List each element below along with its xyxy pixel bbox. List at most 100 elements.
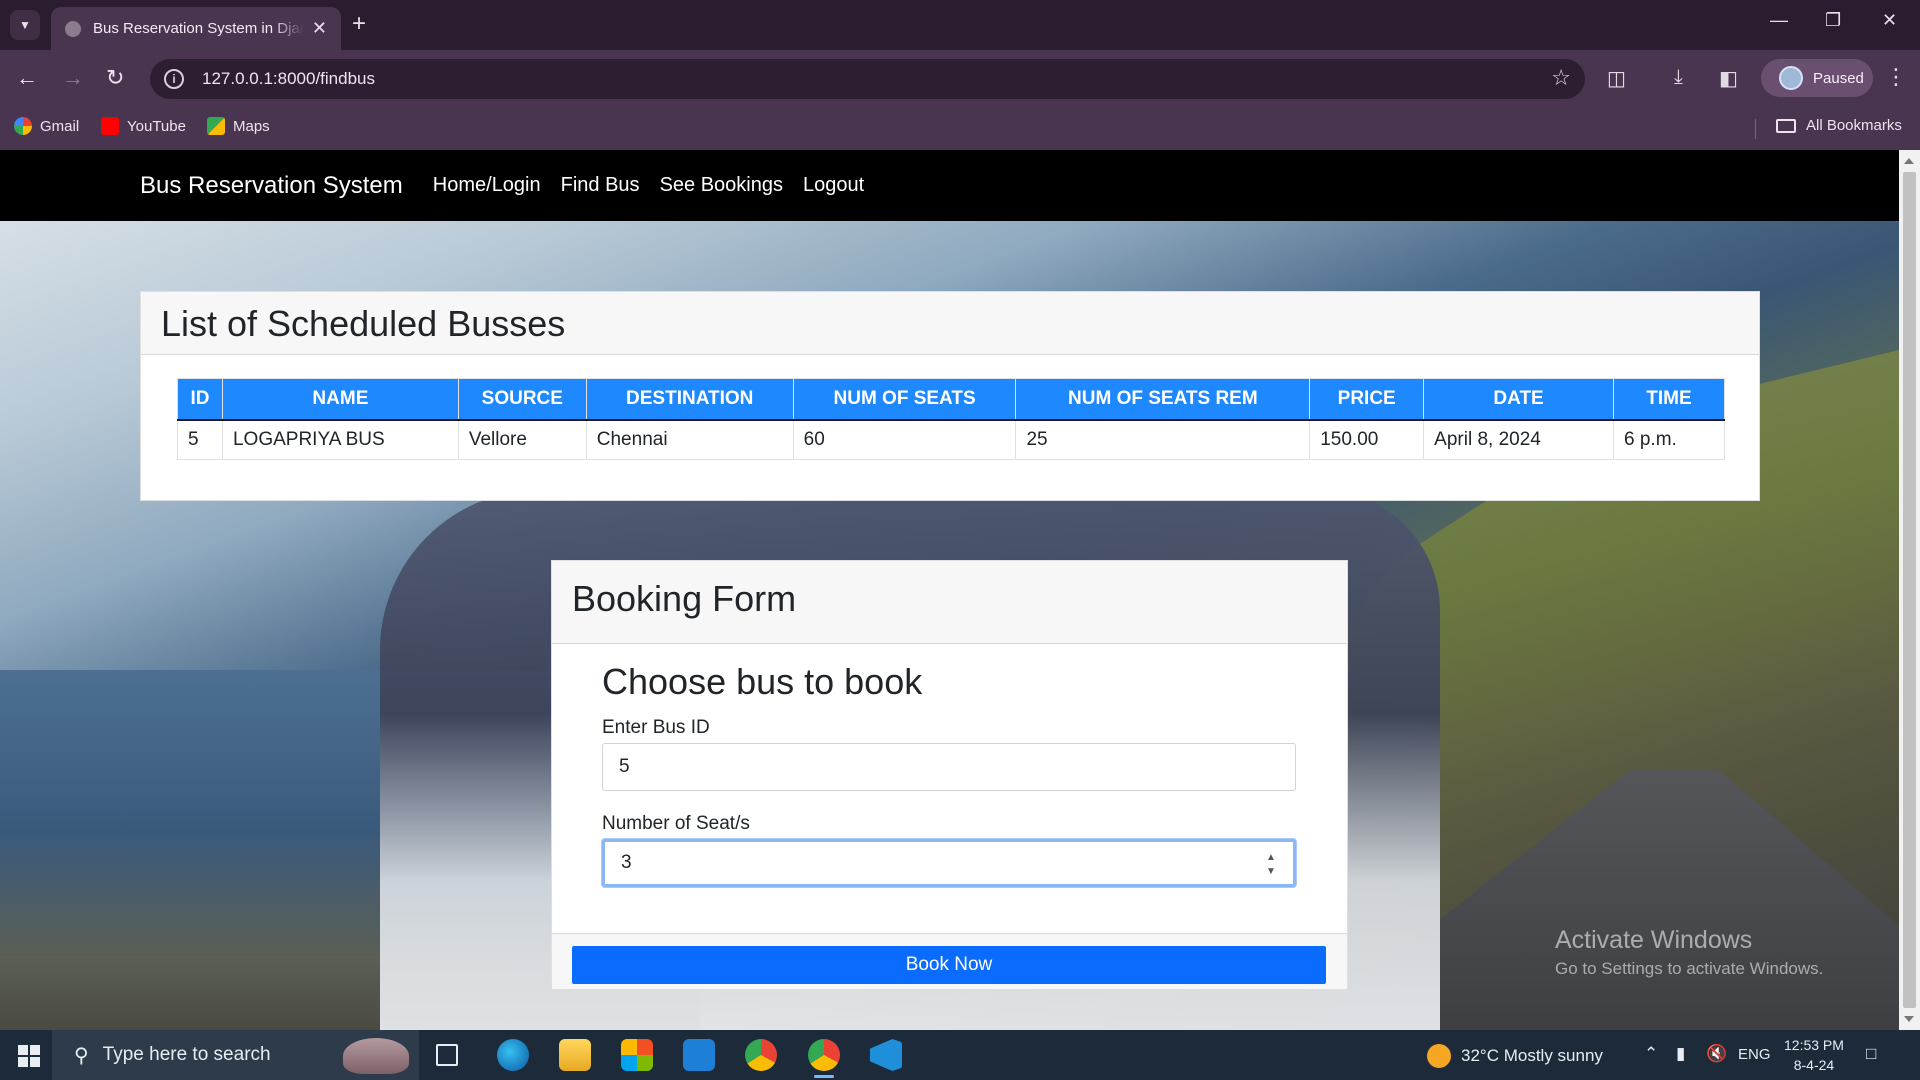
mail-icon[interactable] bbox=[683, 1039, 715, 1071]
bookmark-star-icon[interactable]: ☆ bbox=[1551, 65, 1571, 91]
table-row: 5 LOGAPRIYA BUS Vellore Chennai 60 25 15… bbox=[177, 419, 1725, 460]
tab-title: Bus Reservation System in Django bbox=[93, 20, 304, 37]
system-clock[interactable]: 12:53 PM 8-4-24 bbox=[1784, 1035, 1844, 1075]
column-header: NUM OF SEATS bbox=[792, 378, 1017, 421]
file-explorer-icon[interactable] bbox=[559, 1039, 591, 1071]
table-cell: Chennai bbox=[585, 419, 794, 460]
seats-number-input[interactable]: 3 ▲ ▼ bbox=[602, 839, 1296, 887]
navbar-brand[interactable]: Bus Reservation System bbox=[140, 172, 403, 200]
scroll-down-icon[interactable] bbox=[1904, 1016, 1914, 1022]
bookmarks-bar: Gmail YouTube Maps All Bookmarks bbox=[0, 108, 1920, 150]
bookmark-label: Gmail bbox=[40, 117, 80, 135]
watermark-subtitle: Go to Settings to activate Windows. bbox=[1555, 959, 1824, 978]
restore-icon[interactable]: ❐ bbox=[1825, 10, 1841, 31]
bookmark-maps[interactable]: Maps bbox=[207, 117, 270, 135]
seats-label: Number of Seat/s bbox=[602, 813, 750, 834]
address-bar[interactable]: i 127.0.0.1:8000/findbus ☆ bbox=[150, 59, 1585, 99]
nav-link-logout[interactable]: Logout bbox=[803, 174, 864, 197]
download-icon[interactable]: ⤓ bbox=[1674, 66, 1683, 89]
booking-form-card: Booking Form Choose bus to book Enter Bu… bbox=[551, 560, 1348, 990]
page-scrollbar[interactable] bbox=[1899, 150, 1920, 1030]
vscode-icon[interactable] bbox=[870, 1039, 902, 1071]
side-panel-icon[interactable]: ◧ bbox=[1719, 66, 1738, 91]
volume-muted-icon[interactable]: 🔇 bbox=[1706, 1044, 1727, 1064]
task-view-icon[interactable] bbox=[436, 1044, 458, 1066]
form-heading: Choose bus to book bbox=[602, 661, 923, 702]
google-icon bbox=[14, 117, 32, 135]
close-window-icon[interactable]: ✕ bbox=[1882, 10, 1897, 31]
table-cell: LOGAPRIYA BUS bbox=[221, 419, 459, 460]
scroll-up-icon[interactable] bbox=[1904, 158, 1914, 164]
clock-time: 12:53 PM bbox=[1784, 1037, 1844, 1053]
bus-id-input[interactable]: 5 bbox=[602, 743, 1296, 791]
browser-tab-active[interactable]: Bus Reservation System in Django ✕ bbox=[51, 7, 341, 50]
table-cell: 60 bbox=[792, 419, 1017, 460]
address-url[interactable]: 127.0.0.1:8000/findbus bbox=[202, 69, 375, 89]
card-title: List of Scheduled Busses bbox=[161, 303, 566, 344]
column-header: DESTINATION bbox=[585, 378, 794, 421]
scheduled-busses-card: List of Scheduled Busses ID NAME SOURCE … bbox=[140, 291, 1760, 501]
language-indicator[interactable]: ENG bbox=[1738, 1046, 1771, 1063]
table-cell: 5 bbox=[177, 419, 223, 460]
bookmarks-divider bbox=[1755, 119, 1756, 139]
sun-cloud-icon bbox=[1427, 1044, 1451, 1068]
spin-down-icon[interactable]: ▼ bbox=[1266, 866, 1276, 878]
browser-toolbar: ← → ↻ i 127.0.0.1:8000/findbus ☆ ◫ ⤓ ◧ P… bbox=[0, 50, 1920, 108]
column-header: SOURCE bbox=[457, 378, 587, 421]
extensions-icon[interactable]: ◫ bbox=[1607, 66, 1626, 91]
table-cell: 150.00 bbox=[1309, 419, 1425, 460]
seats-value: 3 bbox=[621, 852, 632, 873]
scroll-thumb[interactable] bbox=[1903, 172, 1916, 1008]
chrome-icon[interactable] bbox=[745, 1039, 777, 1071]
all-bookmarks-button[interactable]: All Bookmarks bbox=[1776, 117, 1902, 134]
store-icon[interactable] bbox=[621, 1039, 653, 1071]
show-hidden-icons[interactable]: ⌃ bbox=[1644, 1044, 1658, 1064]
column-header: NAME bbox=[221, 378, 459, 421]
bookmark-gmail[interactable]: Gmail bbox=[14, 117, 79, 135]
bus-id-label: Enter Bus ID bbox=[602, 717, 710, 738]
profile-button[interactable]: Paused bbox=[1761, 59, 1873, 97]
close-tab-icon[interactable]: ✕ bbox=[312, 18, 327, 39]
nav-link-see-bookings[interactable]: See Bookings bbox=[660, 174, 783, 197]
search-highlight-image bbox=[343, 1038, 409, 1074]
reload-icon[interactable]: ↻ bbox=[106, 66, 124, 90]
forward-icon[interactable]: → bbox=[62, 66, 84, 90]
battery-icon[interactable]: ▮ bbox=[1676, 1044, 1685, 1064]
profile-status: Paused bbox=[1813, 69, 1864, 87]
back-icon[interactable]: ← bbox=[16, 66, 38, 90]
edge-icon[interactable] bbox=[497, 1039, 529, 1071]
book-now-button[interactable]: Book Now bbox=[572, 946, 1326, 984]
browser-tabstrip: ▼ Bus Reservation System in Django ✕ + —… bbox=[0, 0, 1920, 50]
chevron-down-icon: ▼ bbox=[19, 18, 31, 32]
taskbar-search[interactable]: ⚲ Type here to search bbox=[52, 1030, 419, 1080]
weather-widget[interactable]: 32°C Mostly sunny bbox=[1427, 1044, 1603, 1068]
windows-start-icon[interactable] bbox=[18, 1045, 40, 1067]
windows-taskbar: ⚲ Type here to search 32°C Mostly sunny … bbox=[0, 1030, 1920, 1080]
page-viewport: Bus Reservation System Home/Login Find B… bbox=[0, 150, 1899, 1030]
bus-schedule-table: ID NAME SOURCE DESTINATION NUM OF SEATS … bbox=[177, 378, 1725, 460]
maps-icon bbox=[207, 117, 225, 135]
notifications-icon[interactable]: □ bbox=[1866, 1044, 1876, 1064]
nav-link-home-login[interactable]: Home/Login bbox=[433, 174, 541, 197]
number-spinner[interactable]: ▲ ▼ bbox=[1265, 852, 1277, 878]
booking-form-title: Booking Form bbox=[572, 578, 797, 619]
spin-up-icon[interactable]: ▲ bbox=[1266, 852, 1276, 864]
table-cell: 6 p.m. bbox=[1613, 419, 1725, 460]
table-header-row: ID NAME SOURCE DESTINATION NUM OF SEATS … bbox=[177, 378, 1725, 421]
column-header: PRICE bbox=[1309, 378, 1425, 421]
tab-search-button[interactable]: ▼ bbox=[10, 10, 40, 40]
site-info-icon[interactable]: i bbox=[164, 69, 184, 89]
activate-windows-watermark: Activate Windows Go to Settings to activ… bbox=[1555, 926, 1823, 979]
minimize-icon[interactable]: — bbox=[1770, 10, 1788, 31]
chrome-active-icon[interactable] bbox=[808, 1039, 840, 1078]
globe-icon bbox=[65, 20, 81, 37]
weather-text: 32°C Mostly sunny bbox=[1461, 1046, 1603, 1065]
all-bookmarks-label: All Bookmarks bbox=[1806, 117, 1902, 134]
bookmark-youtube[interactable]: YouTube bbox=[101, 117, 186, 135]
nav-link-find-bus[interactable]: Find Bus bbox=[561, 174, 640, 197]
bookmark-label: YouTube bbox=[127, 117, 186, 135]
column-header: TIME bbox=[1613, 378, 1725, 421]
more-menu-icon[interactable]: ⋮ bbox=[1885, 64, 1907, 90]
new-tab-button[interactable]: + bbox=[352, 11, 366, 37]
card-header: Booking Form bbox=[552, 561, 1347, 644]
